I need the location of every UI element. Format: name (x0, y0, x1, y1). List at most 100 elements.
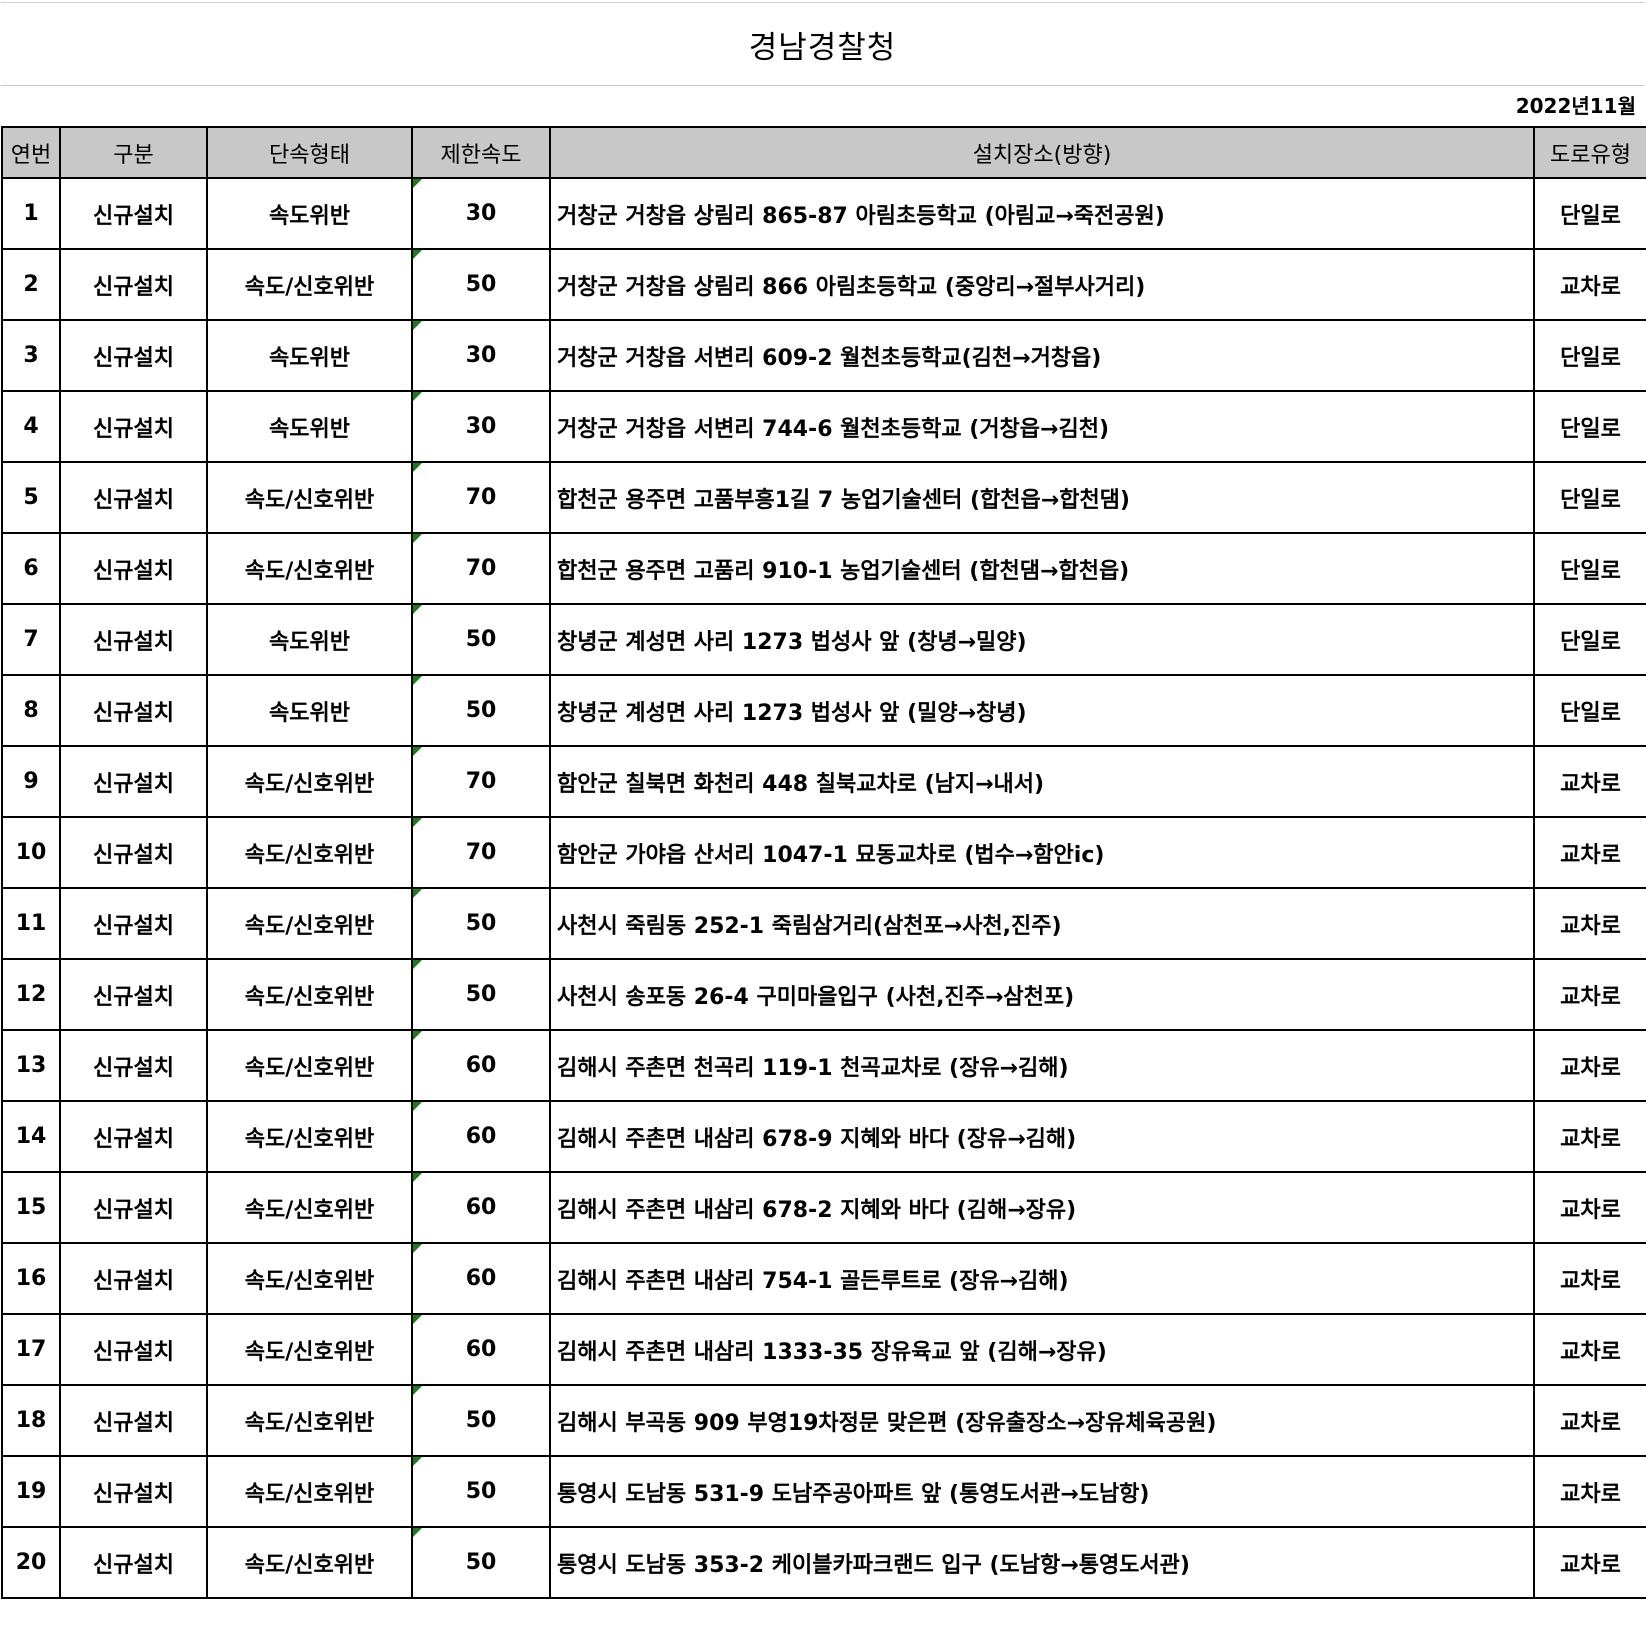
cell-speed-limit[interactable]: 60 (411, 1100, 551, 1173)
cell-category[interactable]: 신규설치 (59, 1313, 208, 1386)
cell-no[interactable]: 18 (1, 1384, 61, 1457)
cell-speed-limit[interactable]: 50 (411, 1384, 551, 1457)
cell-location[interactable]: 창녕군 계성면 사리 1273 법성사 앞 (창녕→밀양) (549, 603, 1535, 676)
cell-location[interactable]: 사천시 송포동 26-4 구미마을입구 (사천,진주→삼천포) (549, 958, 1535, 1031)
cell-type[interactable]: 속도/신호위반 (206, 1526, 413, 1599)
cell-location[interactable]: 거창군 거창읍 상림리 866 아림초등학교 (중앙리→절부사거리) (549, 248, 1535, 321)
cell-location[interactable]: 함안군 칠북면 화천리 448 칠북교차로 (남지→내서) (549, 745, 1535, 818)
cell-category[interactable]: 신규설치 (59, 319, 208, 392)
cell-category[interactable]: 신규설치 (59, 958, 208, 1031)
cell-road-type[interactable]: 교차로 (1533, 1455, 1646, 1528)
cell-category[interactable]: 신규설치 (59, 1242, 208, 1315)
cell-category[interactable]: 신규설치 (59, 887, 208, 960)
cell-no[interactable]: 13 (1, 1029, 61, 1102)
cell-category[interactable]: 신규설치 (59, 461, 208, 534)
cell-road-type[interactable]: 교차로 (1533, 1029, 1646, 1102)
cell-location[interactable]: 통영시 도남동 353-2 케이블카파크랜드 입구 (도남항→통영도서관) (549, 1526, 1535, 1599)
cell-type[interactable]: 속도/신호위반 (206, 461, 413, 534)
cell-type[interactable]: 속도/신호위반 (206, 1100, 413, 1173)
cell-type[interactable]: 속도/신호위반 (206, 1171, 413, 1244)
cell-type[interactable]: 속도/신호위반 (206, 1384, 413, 1457)
cell-road-type[interactable]: 교차로 (1533, 1384, 1646, 1457)
cell-road-type[interactable]: 교차로 (1533, 1171, 1646, 1244)
cell-speed-limit[interactable]: 70 (411, 816, 551, 889)
cell-location[interactable]: 거창군 거창읍 상림리 865-87 아림초등학교 (아림교→죽전공원) (549, 177, 1535, 250)
cell-road-type[interactable]: 교차로 (1533, 816, 1646, 889)
cell-road-type[interactable]: 단일로 (1533, 319, 1646, 392)
cell-type[interactable]: 속도/신호위반 (206, 1029, 413, 1102)
cell-type[interactable]: 속도/신호위반 (206, 532, 413, 605)
cell-road-type[interactable]: 교차로 (1533, 745, 1646, 818)
cell-no[interactable]: 6 (1, 532, 61, 605)
cell-type[interactable]: 속도/신호위반 (206, 816, 413, 889)
cell-type[interactable]: 속도/신호위반 (206, 745, 413, 818)
cell-road-type[interactable]: 단일로 (1533, 390, 1646, 463)
cell-speed-limit[interactable]: 60 (411, 1029, 551, 1102)
cell-road-type[interactable]: 교차로 (1533, 958, 1646, 1031)
cell-category[interactable]: 신규설치 (59, 745, 208, 818)
cell-no[interactable]: 3 (1, 319, 61, 392)
cell-location[interactable]: 통영시 도남동 531-9 도남주공아파트 앞 (통영도서관→도남항) (549, 1455, 1535, 1528)
cell-road-type[interactable]: 단일로 (1533, 603, 1646, 676)
cell-category[interactable]: 신규설치 (59, 1455, 208, 1528)
cell-location[interactable]: 김해시 부곡동 909 부영19차정문 맞은편 (장유출장소→장유체육공원) (549, 1384, 1535, 1457)
cell-type[interactable]: 속도/신호위반 (206, 958, 413, 1031)
cell-type[interactable]: 속도/신호위반 (206, 1455, 413, 1528)
cell-road-type[interactable]: 단일로 (1533, 532, 1646, 605)
cell-location[interactable]: 김해시 주촌면 내삼리 1333-35 장유육교 앞 (김해→장유) (549, 1313, 1535, 1386)
cell-location[interactable]: 합천군 용주면 고품리 910-1 농업기술센터 (합천댐→합천읍) (549, 532, 1535, 605)
cell-location[interactable]: 사천시 죽림동 252-1 죽림삼거리(삼천포→사천,진주) (549, 887, 1535, 960)
cell-category[interactable]: 신규설치 (59, 603, 208, 676)
cell-road-type[interactable]: 교차로 (1533, 1313, 1646, 1386)
cell-speed-limit[interactable]: 50 (411, 887, 551, 960)
cell-type[interactable]: 속도위반 (206, 603, 413, 676)
cell-category[interactable]: 신규설치 (59, 816, 208, 889)
cell-location[interactable]: 김해시 주촌면 내삼리 678-2 지혜와 바다 (김해→장유) (549, 1171, 1535, 1244)
cell-category[interactable]: 신규설치 (59, 674, 208, 747)
cell-road-type[interactable]: 단일로 (1533, 177, 1646, 250)
cell-type[interactable]: 속도/신호위반 (206, 887, 413, 960)
cell-location[interactable]: 거창군 거창읍 서변리 609-2 월천초등학교(김천→거창읍) (549, 319, 1535, 392)
cell-no[interactable]: 2 (1, 248, 61, 321)
cell-location[interactable]: 창녕군 계성면 사리 1273 법성사 앞 (밀양→창녕) (549, 674, 1535, 747)
cell-speed-limit[interactable]: 50 (411, 1455, 551, 1528)
cell-no[interactable]: 9 (1, 745, 61, 818)
cell-type[interactable]: 속도/신호위반 (206, 1313, 413, 1386)
cell-speed-limit[interactable]: 50 (411, 1526, 551, 1599)
cell-category[interactable]: 신규설치 (59, 1100, 208, 1173)
cell-speed-limit[interactable]: 50 (411, 958, 551, 1031)
cell-type[interactable]: 속도위반 (206, 674, 413, 747)
cell-no[interactable]: 8 (1, 674, 61, 747)
cell-road-type[interactable]: 교차로 (1533, 887, 1646, 960)
cell-speed-limit[interactable]: 50 (411, 603, 551, 676)
cell-location[interactable]: 김해시 주촌면 내삼리 678-9 지혜와 바다 (장유→김해) (549, 1100, 1535, 1173)
cell-speed-limit[interactable]: 30 (411, 319, 551, 392)
cell-category[interactable]: 신규설치 (59, 248, 208, 321)
cell-no[interactable]: 14 (1, 1100, 61, 1173)
cell-type[interactable]: 속도위반 (206, 177, 413, 250)
cell-speed-limit[interactable]: 50 (411, 248, 551, 321)
cell-no[interactable]: 1 (1, 177, 61, 250)
cell-road-type[interactable]: 교차로 (1533, 248, 1646, 321)
cell-speed-limit[interactable]: 30 (411, 390, 551, 463)
cell-no[interactable]: 7 (1, 603, 61, 676)
cell-speed-limit[interactable]: 70 (411, 461, 551, 534)
cell-location[interactable]: 김해시 주촌면 내삼리 754-1 골든루트로 (장유→김해) (549, 1242, 1535, 1315)
cell-road-type[interactable]: 교차로 (1533, 1100, 1646, 1173)
cell-speed-limit[interactable]: 50 (411, 674, 551, 747)
cell-no[interactable]: 11 (1, 887, 61, 960)
cell-type[interactable]: 속도/신호위반 (206, 248, 413, 321)
cell-no[interactable]: 17 (1, 1313, 61, 1386)
cell-category[interactable]: 신규설치 (59, 1171, 208, 1244)
cell-type[interactable]: 속도위반 (206, 319, 413, 392)
cell-type[interactable]: 속도/신호위반 (206, 1242, 413, 1315)
cell-no[interactable]: 4 (1, 390, 61, 463)
cell-location[interactable]: 김해시 주촌면 천곡리 119-1 천곡교차로 (장유→김해) (549, 1029, 1535, 1102)
cell-speed-limit[interactable]: 70 (411, 532, 551, 605)
cell-speed-limit[interactable]: 30 (411, 177, 551, 250)
cell-speed-limit[interactable]: 60 (411, 1313, 551, 1386)
cell-category[interactable]: 신규설치 (59, 1384, 208, 1457)
cell-category[interactable]: 신규설치 (59, 1526, 208, 1599)
cell-location[interactable]: 거창군 거창읍 서변리 744-6 월천초등학교 (거창읍→김천) (549, 390, 1535, 463)
cell-category[interactable]: 신규설치 (59, 177, 208, 250)
